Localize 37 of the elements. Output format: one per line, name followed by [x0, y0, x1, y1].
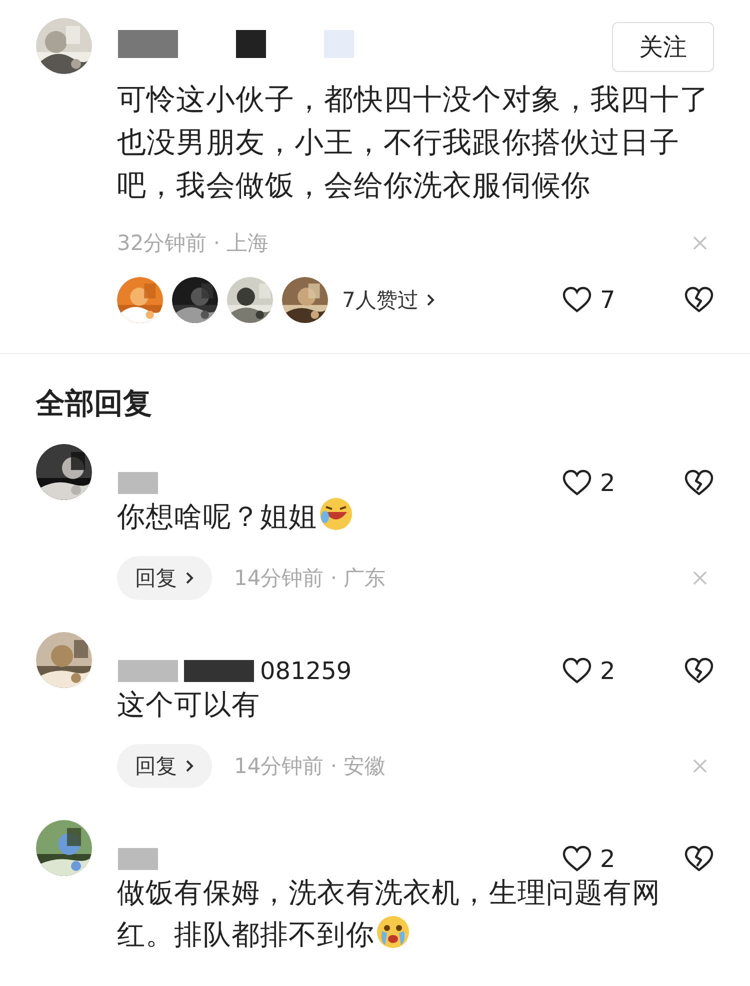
- heart-icon[interactable]: [562, 469, 592, 497]
- user-name: 081259: [260, 657, 352, 685]
- likers-link[interactable]: 7人赞过: [342, 286, 436, 314]
- like-count: 2: [600, 469, 616, 497]
- reply-button[interactable]: 回复: [117, 744, 212, 788]
- redacted-name: [118, 848, 158, 870]
- heart-icon[interactable]: [562, 845, 592, 873]
- heart-icon[interactable]: [562, 657, 592, 685]
- chevron-icon: [185, 759, 194, 773]
- reply-text: 你想啥呢？姐姐: [117, 496, 717, 538]
- comment-text: 可怜这小伙子，都快四十没个对象，我四十了也没男朋友，小王，不行我跟你搭伙过日子吧，我会做饭，会给你洗衣服伺候你: [117, 81, 710, 204]
- like-count: 2: [600, 845, 616, 873]
- reply-meta: 14分钟前 · 安徽: [234, 753, 386, 780]
- chevron-icon: [426, 293, 436, 307]
- heart-icon[interactable]: [562, 286, 592, 314]
- broken-heart-icon[interactable]: [684, 845, 714, 873]
- chevron-icon: [185, 571, 194, 585]
- redacted-name: [324, 30, 354, 58]
- broken-heart-icon[interactable]: [684, 469, 714, 497]
- follow-button[interactable]: 关注: [612, 22, 714, 72]
- redacted-name: [118, 660, 178, 682]
- redacted-name: [118, 472, 158, 494]
- reply-button[interactable]: 回复: [117, 556, 212, 600]
- reply-text: 做饭有保姆，洗衣有洗衣机，生理问题有网红。排队都排不到你: [117, 875, 662, 953]
- redacted-name: [236, 30, 266, 58]
- like-count: 7: [600, 286, 616, 314]
- reply-meta: 14分钟前 · 广东: [234, 565, 386, 592]
- redacted-name: [118, 30, 178, 58]
- section-title: 全部回复: [36, 385, 153, 422]
- broken-heart-icon[interactable]: [684, 657, 714, 685]
- like-count: 2: [600, 657, 616, 685]
- comment-meta: 32分钟前 · 上海: [117, 230, 269, 257]
- laughing-emoji-icon: [319, 497, 354, 531]
- reply-text: 这个可以有: [117, 687, 261, 723]
- redacted-name: [184, 660, 254, 682]
- crying-emoji-icon: [376, 915, 410, 949]
- broken-heart-icon[interactable]: [684, 286, 714, 314]
